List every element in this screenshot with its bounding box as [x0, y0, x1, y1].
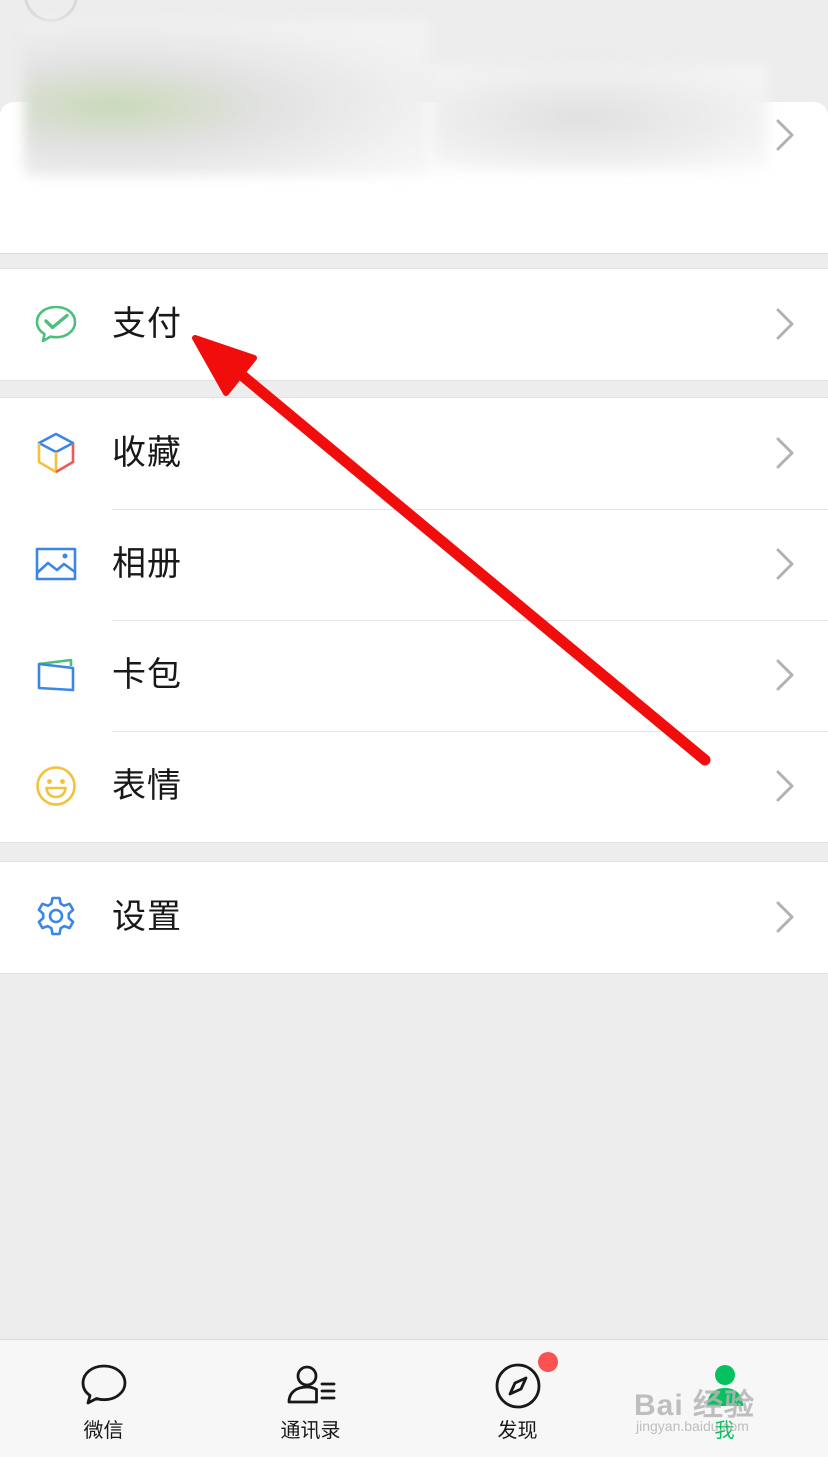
payment-group: 支付 — [0, 268, 828, 381]
menu-item-label: 相册 — [112, 544, 182, 584]
menu-item-label: 收藏 — [112, 433, 182, 473]
chevron-right-icon — [776, 901, 794, 933]
menu-item-album[interactable]: 相册 — [0, 509, 828, 620]
menu-item-label: 卡包 — [112, 655, 182, 695]
menu-item-settings[interactable]: 设置 — [0, 862, 828, 973]
chevron-right-icon — [776, 308, 794, 340]
menu-item-favorites[interactable]: 收藏 — [0, 398, 828, 509]
wechat-pay-icon — [35, 305, 77, 343]
favorites-cube-icon — [37, 432, 75, 474]
chevron-right-icon — [776, 119, 794, 151]
blurred-wechat-id — [430, 65, 768, 170]
settings-group: 设置 — [0, 861, 828, 974]
profile-header — [0, 0, 828, 254]
gear-icon — [37, 896, 75, 936]
tab-label: 发现 — [497, 1418, 538, 1442]
watermark-url: jingyan.baidu.com — [636, 1418, 749, 1434]
tab-contacts[interactable]: 通讯录 — [207, 1340, 414, 1457]
chevron-right-icon — [776, 437, 794, 469]
contacts-icon — [287, 1365, 336, 1404]
features-group: 收藏 相册 卡包 表情 — [0, 397, 828, 843]
notification-badge — [538, 1352, 558, 1372]
menu-item-label: 支付 — [112, 304, 182, 344]
avatar-ring — [24, 0, 78, 22]
menu-item-label: 设置 — [112, 897, 182, 937]
tab-discover[interactable]: 发现 — [414, 1340, 621, 1457]
menu-item-card-wallet[interactable]: 卡包 — [0, 620, 828, 731]
tab-label: 微信 — [83, 1418, 124, 1442]
chevron-right-icon — [776, 548, 794, 580]
blurred-profile-info — [24, 20, 429, 176]
compass-icon — [495, 1363, 541, 1409]
tab-chats[interactable]: 微信 — [0, 1340, 207, 1457]
album-picture-icon — [35, 547, 77, 581]
menu-item-payment[interactable]: 支付 — [0, 269, 828, 380]
sticker-smiley-icon — [36, 766, 76, 806]
card-wallet-icon — [37, 658, 75, 692]
chat-bubble-icon — [81, 1364, 127, 1405]
watermark: Bai 经验 jingyan.baidu.com — [634, 1380, 794, 1440]
chevron-right-icon — [776, 659, 794, 691]
menu-item-label: 表情 — [112, 766, 182, 806]
chevron-right-icon — [776, 770, 794, 802]
menu-item-stickers[interactable]: 表情 — [0, 731, 828, 842]
tab-label: 通讯录 — [280, 1418, 341, 1442]
